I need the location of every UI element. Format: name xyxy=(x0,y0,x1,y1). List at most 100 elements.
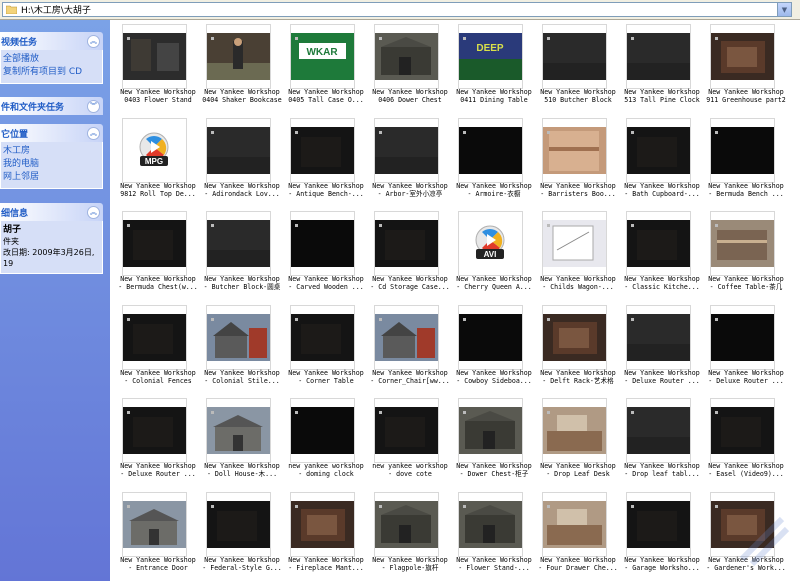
file-tile[interactable]: New Yankee Workshop - Drop Leaf Desk xyxy=(536,394,620,487)
file-tile[interactable]: New Yankee Workshop - Bermuda Chest(w... xyxy=(116,207,200,300)
thumbnail-frame[interactable] xyxy=(710,304,775,370)
file-name[interactable]: New Yankee Workshop - Drop Leaf Desk xyxy=(532,462,624,478)
file-name[interactable]: New Yankee Workshop - Entrance Door xyxy=(112,556,204,572)
thumbnail-frame[interactable] xyxy=(626,211,691,276)
copy-to-cd-link[interactable]: 复制所有项目到 CD xyxy=(3,66,100,79)
file-tile[interactable]: New Yankee Workshop - Colonial Stile... xyxy=(200,301,284,394)
file-tile[interactable]: New Yankee Workshop 911 Greenhouse part2 xyxy=(704,20,788,113)
file-name[interactable]: New Yankee Workshop - Corner_Chair[ww... xyxy=(364,369,456,385)
file-tile[interactable]: New Yankee Workshop - Federal-Style G... xyxy=(200,488,284,581)
thumbnail-frame[interactable] xyxy=(122,304,187,370)
file-name[interactable]: New Yankee Workshop - Drop leaf tabl... xyxy=(616,462,708,478)
file-tile[interactable]: New Yankee Workshop - Butcher Block-圆桌 xyxy=(200,207,284,300)
thumbnail-frame[interactable] xyxy=(374,117,439,183)
play-all-link[interactable]: 全部播放 xyxy=(3,53,100,66)
file-name[interactable]: New Yankee Workshop - Childs Wagon-... xyxy=(532,275,624,291)
file-tile[interactable]: New Yankee Workshop - Doll House-木... xyxy=(200,394,284,487)
file-name[interactable]: New Yankee Workshop - Bermuda Chest(w... xyxy=(112,275,204,291)
thumbnail-frame[interactable] xyxy=(710,24,775,89)
collapse-chevron-icon[interactable]: ︽ xyxy=(87,34,100,48)
file-tile[interactable]: New Yankee Workshop - Arbor-室外小凉亭 xyxy=(368,114,452,207)
file-name[interactable]: New Yankee Workshop - Deluxe Router ... xyxy=(700,369,792,385)
file-tile[interactable]: New Yankee Workshop - Classic Kitche... xyxy=(620,207,704,300)
thumbnail-frame[interactable] xyxy=(290,304,355,370)
file-name[interactable]: New Yankee Workshop - Colonial Stile... xyxy=(196,369,288,385)
file-tile[interactable]: AVI New Yankee Workshop - Cherry Queen A..… xyxy=(452,207,536,300)
file-tile[interactable]: New Yankee Workshop - Cd Storage Case... xyxy=(368,207,452,300)
thumbnail-frame[interactable] xyxy=(458,117,523,183)
file-tile[interactable]: New Yankee Workshop 0403 Flower Stand xyxy=(116,20,200,113)
file-tile[interactable]: New Yankee Workshop - Deluxe Router ... xyxy=(704,301,788,394)
thumbnail-frame[interactable] xyxy=(458,304,523,370)
file-tile[interactable]: WKAR New Yankee Workshop 0405 Tall Case O.… xyxy=(284,20,368,113)
thumbnail-frame[interactable] xyxy=(542,24,607,89)
thumbnail-frame[interactable] xyxy=(374,398,439,463)
thumbnail-frame[interactable] xyxy=(710,211,775,276)
file-name[interactable]: New Yankee Workshop 0403 Flower Stand xyxy=(112,88,204,104)
video-tasks-header[interactable]: 视频任务 ︽ xyxy=(0,32,103,50)
file-tile[interactable]: new yankee workshop - doming clock xyxy=(284,394,368,487)
file-tile[interactable]: New Yankee Workshop - Corner_Chair[ww... xyxy=(368,301,452,394)
expand-chevron-icon[interactable]: ︾ xyxy=(87,99,100,113)
thumbnail-frame[interactable] xyxy=(542,398,607,463)
file-tile[interactable]: New Yankee Workshop - Bath Cupboard-... xyxy=(620,114,704,207)
file-tile[interactable]: New Yankee Workshop - Childs Wagon-... xyxy=(536,207,620,300)
details-header[interactable]: 细信息 ︽ xyxy=(0,203,103,221)
file-name[interactable]: New Yankee Workshop - Delft Rack-艺术格 xyxy=(532,369,624,385)
file-tile[interactable]: New Yankee Workshop 0406 Dower Chest xyxy=(368,20,452,113)
file-tile[interactable]: New Yankee Workshop - Coffee Table-茶几 xyxy=(704,207,788,300)
file-name[interactable]: New Yankee Workshop - Butcher Block-圆桌 xyxy=(196,275,288,291)
file-name[interactable]: new yankee workshop - dove cote xyxy=(364,462,456,478)
thumbnail-frame[interactable] xyxy=(206,491,271,557)
thumbnail-frame[interactable] xyxy=(374,211,439,276)
file-tile[interactable]: New Yankee Workshop - Garage Worksho... xyxy=(620,488,704,581)
file-name[interactable]: New Yankee Workshop - Adirondack Lov... xyxy=(196,182,288,198)
file-tile[interactable]: New Yankee Workshop 0404 Shaker Bookcase xyxy=(200,20,284,113)
file-tile[interactable]: new yankee workshop - dove cote xyxy=(368,394,452,487)
file-tile[interactable]: New Yankee Workshop - Flagpole-旗杆 xyxy=(368,488,452,581)
file-tile[interactable]: New Yankee Workshop - Fireplace Mant... xyxy=(284,488,368,581)
file-name[interactable]: New Yankee Workshop - Carved Wooden ... xyxy=(280,275,372,291)
thumbnail-frame[interactable] xyxy=(122,491,187,557)
file-tile[interactable]: New Yankee Workshop - Corner Table xyxy=(284,301,368,394)
file-name[interactable]: New Yankee Workshop - Bermuda Bench ... xyxy=(700,182,792,198)
thumbnail-frame[interactable] xyxy=(290,211,355,276)
collapse-chevron-icon[interactable]: ︽ xyxy=(87,205,100,219)
thumbnail-frame[interactable] xyxy=(542,304,607,370)
file-name[interactable]: New Yankee Workshop - Doll House-木... xyxy=(196,462,288,478)
file-name[interactable]: New Yankee Workshop - Cherry Queen A... xyxy=(448,275,540,291)
thumbnail-frame[interactable] xyxy=(206,211,271,276)
thumbnail-frame[interactable] xyxy=(206,398,271,463)
file-tile[interactable]: New Yankee Workshop - Dower Chest-柜子 xyxy=(452,394,536,487)
thumbnail-frame[interactable] xyxy=(122,211,187,276)
thumbnail-frame[interactable] xyxy=(290,398,355,463)
place-link-workshop[interactable]: 木工房 xyxy=(3,145,100,158)
file-name[interactable]: New Yankee Workshop - Coffee Table-茶几 xyxy=(700,275,792,291)
file-name[interactable]: New Yankee Workshop 0404 Shaker Bookcase xyxy=(196,88,288,104)
thumbnail-frame[interactable] xyxy=(290,117,355,183)
file-name[interactable]: New Yankee Workshop - Colonial Fences xyxy=(112,369,204,385)
file-name[interactable]: New Yankee Workshop - Corner Table xyxy=(280,369,372,385)
file-name[interactable]: New Yankee Workshop - Antique Bench-... xyxy=(280,182,372,198)
file-name[interactable]: New Yankee Workshop - Fireplace Mant... xyxy=(280,556,372,572)
file-name[interactable]: new yankee workshop - doming clock xyxy=(280,462,372,478)
file-name[interactable]: New Yankee Workshop 0405 Tall Case O... xyxy=(280,88,372,104)
thumbnail-frame[interactable] xyxy=(542,211,607,276)
file-name[interactable]: New Yankee Workshop - Barristers Boo... xyxy=(532,182,624,198)
file-tile[interactable]: New Yankee Workshop - Deluxe Router ... xyxy=(116,394,200,487)
file-name[interactable]: New Yankee Workshop 9812 Roll Top De... xyxy=(112,182,204,198)
thumbnail-frame[interactable] xyxy=(458,398,523,463)
file-tile[interactable]: New Yankee Workshop - Bermuda Bench ... xyxy=(704,114,788,207)
file-tile[interactable]: New Yankee Workshop 510 Butcher Block xyxy=(536,20,620,113)
file-name[interactable]: New Yankee Workshop - Four Drawer Che... xyxy=(532,556,624,572)
file-name[interactable]: New Yankee Workshop - Arbor-室外小凉亭 xyxy=(364,182,456,198)
file-name[interactable]: New Yankee Workshop 0411 Dining Table xyxy=(448,88,540,104)
thumbnail-frame[interactable] xyxy=(122,398,187,463)
file-name[interactable]: New Yankee Workshop - Dower Chest-柜子 xyxy=(448,462,540,478)
file-tile[interactable]: New Yankee Workshop - Easel (Video9)... xyxy=(704,394,788,487)
thumbnail-frame[interactable] xyxy=(542,117,607,183)
thumbnail-frame[interactable] xyxy=(626,491,691,557)
thumbnail-frame[interactable]: MPG xyxy=(122,117,187,183)
file-tile[interactable]: New Yankee Workshop - Armoire-衣橱 xyxy=(452,114,536,207)
thumbnail-frame[interactable]: WKAR xyxy=(290,24,355,89)
